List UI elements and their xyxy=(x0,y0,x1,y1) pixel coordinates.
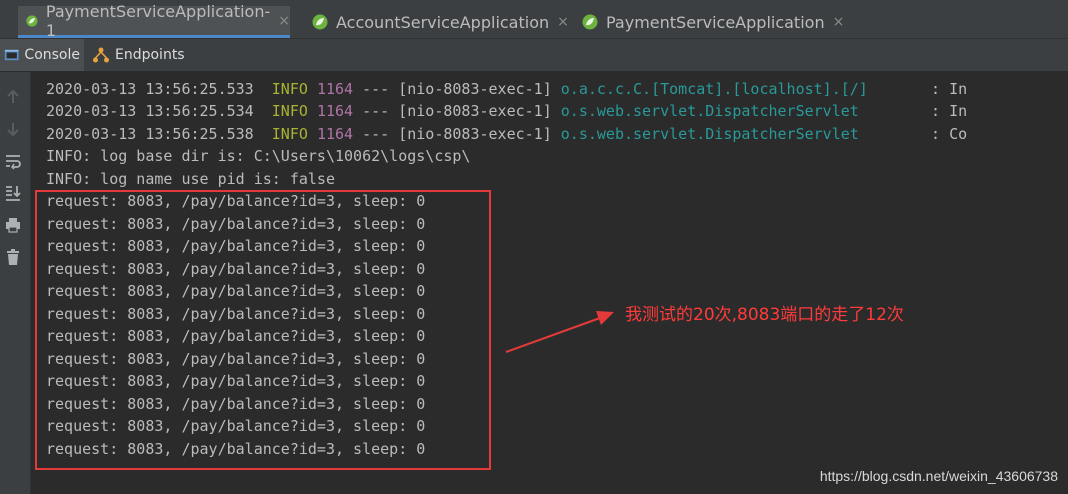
watermark: https://blog.csdn.net/weixin_43606738 xyxy=(819,468,1058,484)
annotation-text: 我测试的20次,8083端口的走了12次 xyxy=(625,305,904,325)
annotation-arrow xyxy=(505,311,614,353)
